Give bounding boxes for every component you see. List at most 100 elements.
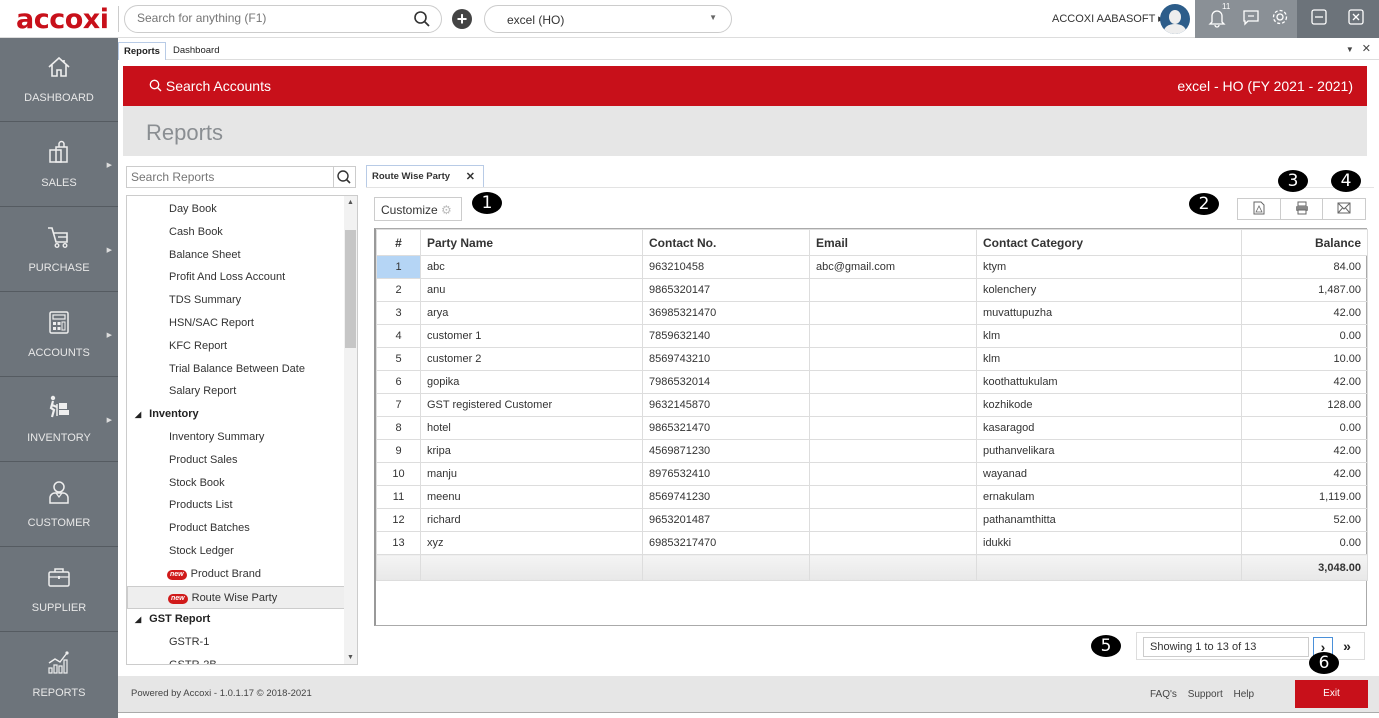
tree-item[interactable]: Day Book [127,198,345,221]
table-row[interactable]: 3 arya 36985321470 muvattupuzha 42.00 [376,301,1368,325]
table-row[interactable]: 13 xyz 69853217470 idukki 0.00 [376,531,1368,555]
sidebar-item-reports[interactable]: REPORTS [0,633,118,717]
column-header[interactable]: Contact No. [642,229,810,256]
tree-item-label: Products List [169,499,233,512]
gear-icon[interactable] [1271,8,1289,31]
table-cell: 7986532014 [642,370,810,394]
tree-item[interactable]: TDS Summary [127,289,345,312]
table-cell: customer 1 [420,324,643,348]
table-cell: 5 [376,347,421,371]
tree-item[interactable]: Profit And Loss Account [127,266,345,289]
table-row[interactable]: 4 customer 1 7859632140 klm 0.00 [376,324,1368,348]
sidebar-item-inventory[interactable]: INVENTORY ▶ [0,378,118,462]
exit-button[interactable]: Exit [1295,680,1368,708]
expand-icon[interactable]: ◢ [135,410,141,419]
bell-icon[interactable] [1208,8,1226,33]
table-row[interactable]: 1 abc 963210458 abc@gmail.com ktym 84.00 [376,255,1368,279]
tree-item[interactable]: Stock Book [127,472,345,495]
tree-item[interactable]: new Product Brand [127,563,345,586]
search-icon [149,79,162,92]
tree-item[interactable]: Trial Balance Between Date [127,358,345,381]
global-search-input[interactable] [137,11,407,25]
table-row[interactable]: 12 richard 9653201487 pathanamthitta 52.00 [376,508,1368,532]
avatar[interactable] [1160,4,1190,34]
sidebar-item-customer[interactable]: CUSTOMER [0,463,118,547]
company-select[interactable]: excel (HO) ▼ [484,5,732,33]
callout-2: 2 [1189,193,1219,215]
scroll-up-icon[interactable]: ▲ [347,199,354,206]
table-row[interactable]: 5 customer 2 8569743210 klm 10.00 [376,347,1368,371]
expand-icon[interactable]: ◢ [135,615,141,624]
total-row: 3,048.00 [376,554,1368,581]
tree-item[interactable]: Cash Book [127,221,345,244]
table-row[interactable]: 8 hotel 9865321470 kasaragod 0.00 [376,416,1368,440]
tree-item[interactable]: GSTR-2B [127,654,345,664]
tree-item[interactable]: KFC Report [127,335,345,358]
table-cell: 11 [376,485,421,509]
support-link[interactable]: Support [1188,689,1223,700]
table-row[interactable]: 10 manju 8976532410 wayanad 42.00 [376,462,1368,486]
column-header[interactable]: # [376,229,421,256]
global-search[interactable] [124,5,442,33]
tree-item[interactable]: Product Sales [127,449,345,472]
tree-item[interactable]: Product Batches [127,517,345,540]
pdf-button[interactable] [1238,199,1281,219]
column-header[interactable]: Email [809,229,977,256]
column-header[interactable]: Balance [1241,229,1368,256]
close-tab-icon[interactable]: ✕ [1362,43,1371,55]
tree-item[interactable]: Salary Report [127,380,345,403]
tree-item[interactable]: new Route Wise Party [127,585,345,609]
column-header[interactable]: Contact Category [976,229,1242,256]
sidebar-item-dashboard[interactable]: DASHBOARD [0,38,118,122]
add-icon[interactable]: + [452,9,472,29]
report-search-button[interactable] [333,167,355,187]
minimize-icon[interactable] [1310,8,1328,31]
report-tree: GSTR-2B GSTR-1 ◢ GST Report new Route Wise Pa… [126,195,358,665]
close-icon[interactable]: ✕ [466,170,475,183]
tree-item[interactable]: Balance Sheet [127,244,345,267]
table-row[interactable]: 9 kripa 4569871230 puthanvelikara 42.00 [376,439,1368,463]
chevron-down-icon[interactable]: ▼ [1346,45,1354,54]
customize-button[interactable]: Customize ⚙ [374,197,462,221]
table-row[interactable]: 7 GST registered Customer 9632145870 kozhik… [376,393,1368,417]
table-cell: 1,119.00 [1241,485,1368,509]
tree-item[interactable]: Products List [127,494,345,517]
tree-item[interactable]: GSTR-1 [127,631,345,654]
table-cell: 6 [376,370,421,394]
message-icon[interactable] [1242,8,1260,31]
table-row[interactable]: 6 gopika 7986532014 koothattukulam 42.00 [376,370,1368,394]
tree-group[interactable]: ◢ Inventory [127,403,345,426]
search-icon[interactable] [413,10,431,31]
tree-scrollbar[interactable]: ▲ ▼ [344,196,357,664]
tab-route-wise-party[interactable]: Route Wise Party ✕ [366,165,484,187]
last-page-button[interactable]: » [1336,637,1358,657]
table-row[interactable]: 2 anu 9865320147 kolenchery 1,487.00 [376,278,1368,302]
scrollbar-thumb[interactable] [345,230,356,348]
tree-item[interactable]: Inventory Summary [127,426,345,449]
help-link[interactable]: Help [1234,689,1255,700]
tree-item[interactable]: HSN/SAC Report [127,312,345,335]
toolbar-icons [1195,0,1297,38]
sidebar-item-accounts[interactable]: ACCOUNTS ▶ [0,293,118,377]
table-row[interactable]: 11 meenu 8569741230 ernakulam 1,119.00 [376,485,1368,509]
report-search-input[interactable] [131,170,331,184]
sidebar-item-purchase[interactable]: PURCHASE ▶ [0,208,118,292]
table-cell [809,416,977,440]
sidebar-item-supplier[interactable]: SUPPLIER [0,548,118,632]
print-button[interactable] [1281,199,1324,219]
tree-item[interactable]: Stock Ledger [127,540,345,563]
tree-group[interactable]: ◢ GST Report [127,608,345,631]
user-name[interactable]: ACCOXI AABASOFT ▸ [1052,12,1164,25]
email-button[interactable] [1323,199,1365,219]
column-header[interactable]: Party Name [420,229,643,256]
report-search[interactable] [126,166,356,188]
tab-dashboard[interactable]: Dashboard [168,42,224,60]
scroll-down-icon[interactable]: ▼ [347,654,354,661]
faq-link[interactable]: FAQ's [1150,689,1177,700]
table-cell: 8976532410 [642,462,810,486]
table-cell [376,554,421,581]
tab-reports[interactable]: Reports [118,42,166,60]
close-icon[interactable] [1347,8,1365,31]
search-accounts-button[interactable]: Search Accounts [149,78,271,94]
sidebar-item-sales[interactable]: SALES ▶ [0,123,118,207]
